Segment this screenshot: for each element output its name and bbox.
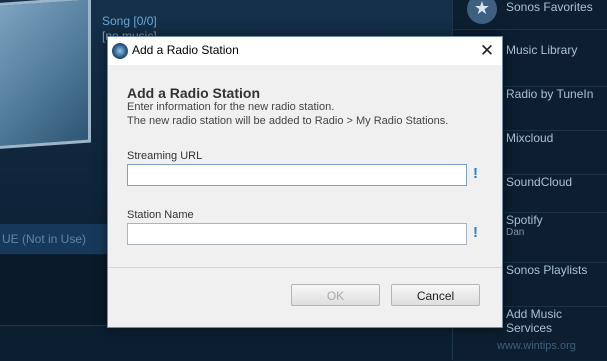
- required-indicator-icon: !: [473, 165, 478, 182]
- song-title: Song [0/0]: [102, 14, 157, 28]
- sidebar-item-label: Sonos Favorites: [506, 0, 593, 14]
- add-radio-station-dialog: Add a Radio Station ✕ Add a Radio Statio…: [107, 36, 503, 328]
- album-art: [0, 0, 91, 150]
- sidebar-item-label: Sonos Playlists: [506, 263, 588, 277]
- dialog-heading: Add a Radio Station: [127, 85, 260, 101]
- dialog-divider: [108, 267, 502, 268]
- sidebar-item-sublabel: Dan: [506, 227, 525, 238]
- queue-label: UE (Not in Use): [2, 232, 87, 246]
- watermark: www.wintips.org: [497, 340, 576, 352]
- sidebar-item-label: Radio by TuneIn: [506, 87, 594, 101]
- station-name-label: Station Name: [127, 209, 194, 221]
- required-indicator-icon: !: [473, 224, 478, 241]
- close-icon: ✕: [479, 41, 495, 60]
- dialog-title-bar[interactable]: Add a Radio Station ✕: [108, 37, 502, 65]
- sonos-app-icon: [112, 43, 128, 59]
- streaming-url-label: Streaming URL: [127, 150, 203, 162]
- dialog-window-title: Add a Radio Station: [132, 43, 239, 57]
- sidebar-item-label: Mixcloud: [506, 131, 554, 145]
- sidebar-item-label: SoundCloud: [506, 175, 573, 189]
- cancel-button[interactable]: Cancel: [391, 284, 480, 306]
- ok-button[interactable]: OK: [291, 284, 380, 306]
- star-icon: ★: [467, 0, 497, 24]
- sidebar-item-sonos-favorites[interactable]: ★ Sonos Favorites: [453, 0, 607, 30]
- sidebar-item-label: Add Music Services: [506, 307, 563, 335]
- sidebar-item-label: Spotify: [506, 213, 543, 227]
- dialog-description: Enter information for the new radio stat…: [127, 101, 335, 113]
- dialog-description-note: The new radio station will be added to R…: [127, 115, 449, 127]
- playback-bar: [0, 325, 452, 361]
- station-name-input[interactable]: [127, 223, 467, 245]
- streaming-url-input[interactable]: [127, 164, 467, 186]
- sidebar-item-label: Music Library: [506, 43, 578, 57]
- close-button[interactable]: ✕: [472, 37, 502, 65]
